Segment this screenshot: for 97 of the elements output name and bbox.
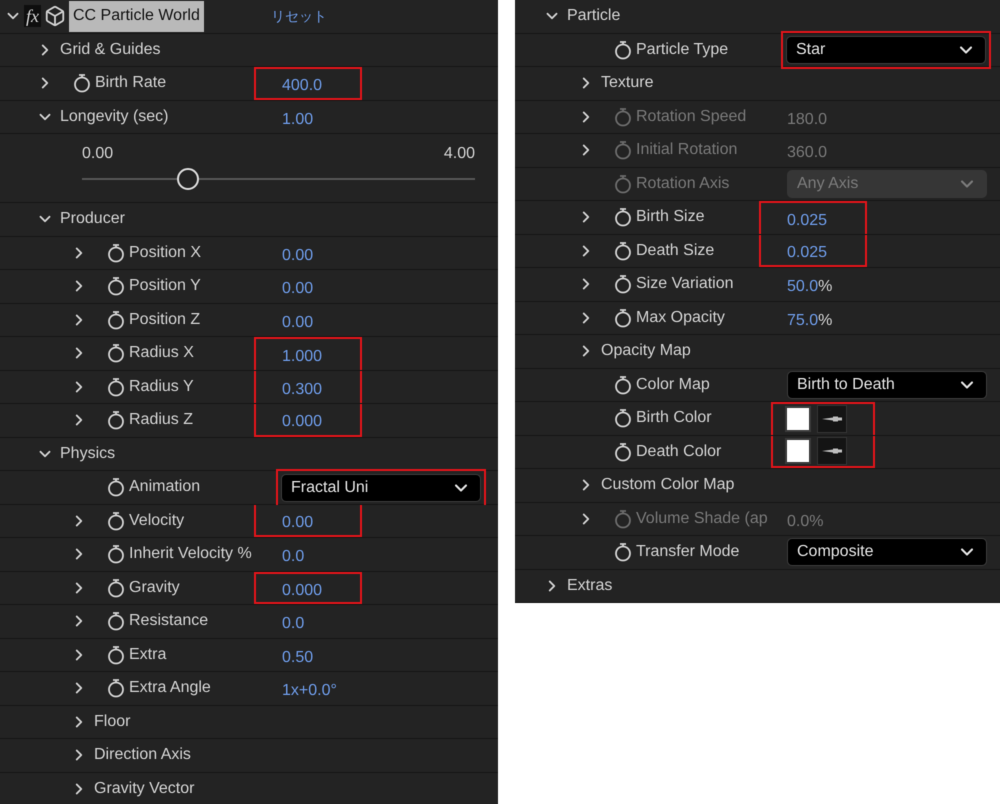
value-text[interactable]: 0.025 xyxy=(787,203,828,234)
property-label: Resistance xyxy=(129,611,208,632)
stopwatch-icon[interactable] xyxy=(107,410,125,430)
value-text[interactable]: 0.00 xyxy=(282,238,314,268)
color-swatch[interactable] xyxy=(785,406,811,432)
stopwatch-icon[interactable] xyxy=(614,274,632,294)
property-label: Extra Angle xyxy=(129,678,211,698)
stopwatch-icon[interactable] xyxy=(107,544,125,564)
value-text[interactable]: 1.00 xyxy=(282,102,314,132)
property-label: Animation xyxy=(129,477,200,498)
stopwatch-icon[interactable] xyxy=(73,73,91,94)
property-label: Position Y xyxy=(129,276,201,296)
dropdown[interactable]: Birth to Death xyxy=(787,370,987,399)
fx-badge: fx xyxy=(24,5,41,28)
stopwatch-icon[interactable] xyxy=(614,240,632,261)
property-label: Grid & Guides xyxy=(60,40,160,60)
stopwatch-icon[interactable] xyxy=(614,40,632,60)
stopwatch-icon[interactable] xyxy=(107,678,125,698)
slider-min-label: 0.00 xyxy=(82,144,114,164)
property-label: Radius X xyxy=(129,343,194,364)
property-label: Volume Shade (ap xyxy=(636,508,768,529)
property-label: Gravity xyxy=(129,578,180,598)
property-label: Rotation Speed xyxy=(636,106,746,127)
property-label: Gravity Vector xyxy=(94,778,194,799)
stopwatch-icon[interactable] xyxy=(614,408,632,428)
eyedropper-button[interactable] xyxy=(817,436,847,465)
stopwatch-icon[interactable] xyxy=(107,477,125,498)
value-text[interactable]: 0.00 xyxy=(282,504,314,535)
value-text[interactable]: 400.0 xyxy=(282,68,322,98)
value-text[interactable]: 0.025 xyxy=(787,234,828,265)
dropdown[interactable]: Fractal Uni xyxy=(281,474,481,502)
slider-max-label: 4.00 xyxy=(444,144,475,164)
property-label: Particle xyxy=(567,6,620,26)
eyedropper-icon xyxy=(821,446,843,456)
property-label: Death Color xyxy=(636,442,722,462)
property-label: Extra xyxy=(129,644,166,665)
value-text[interactable]: 0.300 xyxy=(282,372,322,402)
value-text[interactable]: 1x+0.0° xyxy=(282,673,337,704)
value-text[interactable]: 0.00 xyxy=(282,304,314,335)
value-text[interactable]: 75.0% xyxy=(787,302,832,333)
property-label: Birth Size xyxy=(636,207,704,228)
property-label: Position Z xyxy=(129,310,200,330)
property-label: Death Size xyxy=(636,240,714,261)
property-label: Max Opacity xyxy=(636,308,725,328)
property-label: Physics xyxy=(60,444,116,464)
stopwatch-icon[interactable] xyxy=(614,374,632,395)
stopwatch-icon[interactable] xyxy=(107,611,125,632)
property-label: Color Map xyxy=(636,374,710,395)
cube-icon xyxy=(44,5,66,28)
property-label: Longevity (sec) xyxy=(60,106,168,127)
property-label: Birth Rate xyxy=(95,73,166,94)
stopwatch-icon[interactable] xyxy=(614,207,632,228)
value-text[interactable]: 0.0 xyxy=(282,606,304,636)
value-text[interactable]: 50.0% xyxy=(787,269,832,300)
property-label: Direction Axis xyxy=(94,745,191,766)
property-label: Transfer Mode xyxy=(636,542,740,562)
stopwatch-icon[interactable] xyxy=(107,510,125,531)
property-label: Rotation Axis xyxy=(636,174,730,194)
property-label: Size Variation xyxy=(636,274,734,294)
reset-link[interactable]: リセット xyxy=(270,6,327,27)
property-label: Radius Y xyxy=(129,376,194,397)
property-label: Opacity Map xyxy=(601,341,691,362)
value-text[interactable]: 0.50 xyxy=(282,640,314,670)
dropdown[interactable]: Star xyxy=(786,36,986,64)
property-label: Particle Type xyxy=(636,40,728,60)
stopwatch-icon[interactable] xyxy=(107,276,125,296)
property-label: Inherit Velocity % xyxy=(129,544,252,564)
property-label: Initial Rotation xyxy=(636,140,738,160)
property-label: Producer xyxy=(60,209,125,230)
stopwatch-icon[interactable] xyxy=(614,442,632,462)
property-label: Floor xyxy=(94,712,130,732)
value-text[interactable]: 0.000 xyxy=(282,572,322,603)
property-label: Radius Z xyxy=(129,410,194,430)
stopwatch-icon[interactable] xyxy=(107,644,125,665)
property-label: Texture xyxy=(601,73,654,94)
property-label: Velocity xyxy=(129,510,184,531)
value-text[interactable]: 0.000 xyxy=(282,404,322,434)
property-label: Position X xyxy=(129,242,202,263)
stopwatch-icon[interactable] xyxy=(614,542,632,562)
property-label: Extras xyxy=(567,576,612,596)
property-label: Custom Color Map xyxy=(601,475,734,496)
dropdown[interactable]: Composite xyxy=(787,538,987,566)
eyedropper-button[interactable] xyxy=(817,405,847,434)
stopwatch-icon[interactable] xyxy=(614,308,632,328)
stopwatch-icon[interactable] xyxy=(107,242,125,263)
color-swatch[interactable] xyxy=(785,438,811,464)
value-text[interactable]: 0.00 xyxy=(282,271,314,302)
eyedropper-icon xyxy=(821,414,843,424)
stopwatch-icon[interactable] xyxy=(107,310,125,330)
slider-thumb[interactable] xyxy=(177,168,200,190)
stopwatch-icon[interactable] xyxy=(107,578,125,598)
stopwatch-icon[interactable] xyxy=(107,376,125,397)
effect-title[interactable]: CC Particle World xyxy=(69,0,204,32)
stopwatch-icon[interactable] xyxy=(107,343,125,364)
value-text[interactable]: 1.000 xyxy=(282,339,322,370)
value-text[interactable]: 0.0 xyxy=(282,539,304,570)
property-label: Birth Color xyxy=(636,408,712,428)
